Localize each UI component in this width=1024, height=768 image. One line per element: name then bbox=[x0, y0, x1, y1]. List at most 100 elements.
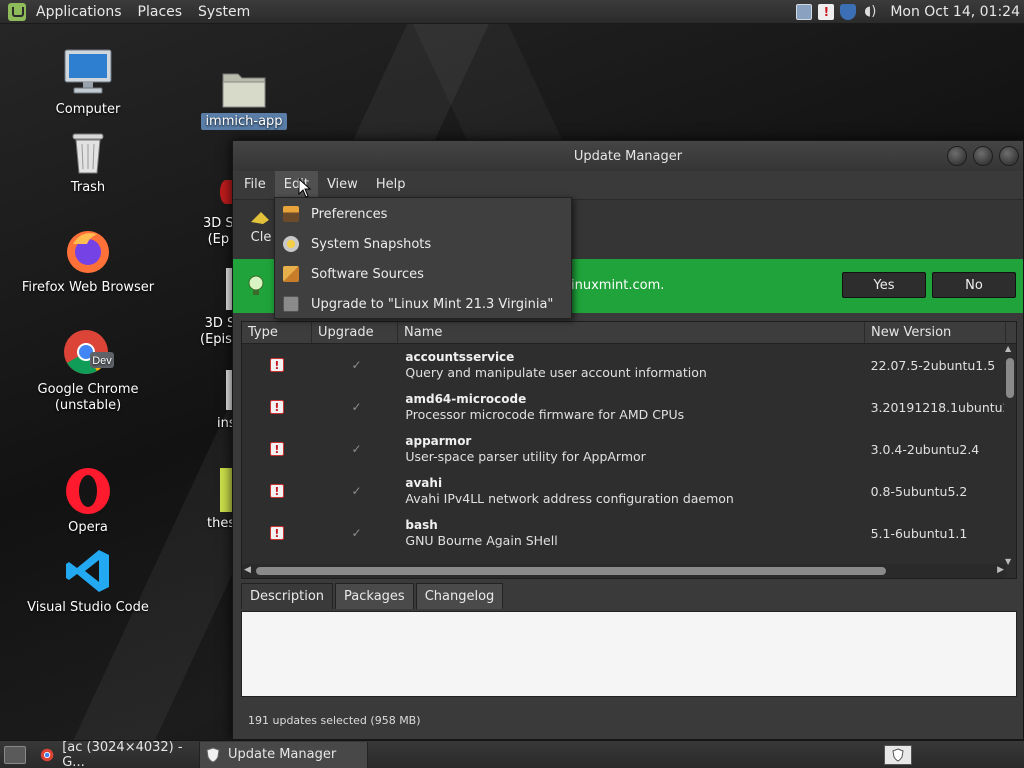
partial-label-3d-a: 3D S (Ep bbox=[203, 216, 234, 248]
upgrade-checkbox[interactable]: ✓ bbox=[352, 358, 362, 372]
security-update-icon: ! bbox=[269, 442, 284, 456]
description-pane bbox=[241, 611, 1017, 697]
updates-table: Type Upgrade Name New Version ! ✓ accoun… bbox=[241, 321, 1017, 579]
tab-description[interactable]: Description bbox=[241, 583, 334, 609]
horizontal-scroll-thumb[interactable] bbox=[256, 567, 886, 575]
taskbar-item-chrome[interactable]: [ac (3024×4032) - G... bbox=[34, 739, 200, 768]
column-header-upgrade[interactable]: Upgrade bbox=[312, 322, 398, 343]
tab-packages[interactable]: Packages bbox=[335, 583, 414, 609]
upgrade-checkbox[interactable]: ✓ bbox=[352, 526, 362, 540]
update-alert-icon[interactable]: ! bbox=[818, 3, 835, 20]
partial-label-line: 3D S bbox=[204, 316, 236, 331]
chrome-icon bbox=[40, 748, 54, 761]
menu-item-preferences[interactable]: Preferences bbox=[275, 199, 571, 229]
scroll-left-icon[interactable]: ◀ bbox=[244, 565, 251, 575]
upgrade-checkbox[interactable]: ✓ bbox=[352, 484, 362, 498]
vertical-scroll-thumb[interactable] bbox=[1006, 358, 1014, 398]
package-description: Avahi IPv4LL network address configurati… bbox=[405, 491, 734, 506]
horizontal-scrollbar[interactable]: ◀ ▶ bbox=[242, 564, 1006, 578]
menu-help[interactable]: Help bbox=[367, 171, 415, 199]
shield-icon bbox=[206, 746, 220, 763]
snapshot-icon bbox=[283, 236, 299, 252]
package-name: bash bbox=[405, 518, 438, 532]
taskbar-item-label: [ac (3024×4032) - G... bbox=[62, 739, 183, 768]
taskbar-item-update-manager[interactable]: Update Manager bbox=[200, 741, 368, 768]
vscode-icon bbox=[66, 550, 109, 592]
menu-item-software-sources[interactable]: Software Sources bbox=[275, 259, 571, 289]
column-header-type[interactable]: Type bbox=[242, 322, 312, 343]
window-controls bbox=[947, 146, 1019, 166]
dev-badge: Dev bbox=[92, 355, 112, 367]
table-row[interactable]: ! ✓ accountsservice Query and manipulate … bbox=[242, 344, 1016, 386]
package-name: avahi bbox=[405, 476, 443, 490]
upgrade-checkbox[interactable]: ✓ bbox=[352, 442, 362, 456]
menu-item-label: Preferences bbox=[311, 206, 388, 222]
table-row[interactable]: ! ✓ avahi Avahi IPv4LL network address co… bbox=[242, 470, 1016, 512]
infobar-no-button[interactable]: No bbox=[932, 272, 1016, 298]
clear-button[interactable]: Cle bbox=[249, 208, 273, 245]
show-desktop-icon[interactable] bbox=[4, 745, 26, 764]
clear-label: Cle bbox=[250, 230, 272, 245]
scroll-right-icon[interactable]: ▶ bbox=[997, 565, 1004, 575]
places-menu[interactable]: Places bbox=[130, 0, 191, 24]
desktop-icon-label: Firefox Web Browser bbox=[21, 280, 155, 295]
menu-file[interactable]: File bbox=[235, 171, 275, 199]
vertical-scrollbar[interactable]: ▲ ▼ bbox=[1004, 344, 1016, 566]
volume-icon[interactable]: ◖) bbox=[862, 4, 878, 20]
minimize-button[interactable] bbox=[947, 146, 967, 166]
security-update-icon: ! bbox=[269, 400, 284, 414]
desktop-icon-label: Trash bbox=[70, 180, 106, 195]
upgrade-checkbox[interactable]: ✓ bbox=[352, 400, 362, 414]
folder-icon bbox=[222, 73, 266, 108]
applications-menu[interactable]: Applications bbox=[28, 0, 130, 24]
scroll-up-icon[interactable]: ▲ bbox=[1005, 344, 1011, 353]
lightbulb-icon bbox=[248, 275, 264, 295]
partial-label-line: (Ep bbox=[207, 232, 230, 247]
trash-icon bbox=[72, 133, 104, 174]
firefox-icon bbox=[67, 231, 109, 273]
window-titlebar[interactable]: Update Manager bbox=[233, 141, 1023, 171]
package-description: GNU Bourne Again SHell bbox=[405, 533, 558, 548]
upgrade-icon bbox=[283, 296, 299, 312]
package-description: User-space parser utility for AppArmor bbox=[405, 449, 646, 464]
system-tray: ! ◖) Mon Oct 14, 01:24 bbox=[796, 3, 1024, 20]
mouse-cursor-icon bbox=[298, 178, 312, 198]
software-sources-icon bbox=[283, 266, 299, 282]
menu-view[interactable]: View bbox=[318, 171, 367, 199]
column-header-new-version[interactable]: New Version bbox=[865, 322, 1006, 343]
close-button[interactable] bbox=[999, 146, 1019, 166]
desktop-icon-trash[interactable]: Trash bbox=[18, 128, 158, 196]
desktop-icon-label: Opera bbox=[68, 520, 108, 535]
window-title: Update Manager bbox=[573, 148, 683, 164]
update-tray-icon[interactable] bbox=[884, 745, 912, 765]
desktop-icon-immich-app[interactable]: immich-app bbox=[174, 68, 314, 130]
desktop-icon-opera[interactable]: Opera bbox=[18, 466, 158, 536]
table-row[interactable]: ! ✓ amd64-microcode Processor microcode f… bbox=[242, 386, 1016, 428]
infobar-message: inuxmint.com. bbox=[571, 278, 665, 293]
menu-item-system-snapshots[interactable]: System Snapshots bbox=[275, 229, 571, 259]
table-row[interactable]: ! ✓ bash GNU Bourne Again SHell 5.1-6ubun… bbox=[242, 512, 1016, 554]
partial-icon-thes bbox=[220, 468, 232, 512]
package-description: Processor microcode firmware for AMD CPU… bbox=[405, 407, 685, 422]
clear-icon bbox=[251, 212, 269, 224]
desktop-icon-firefox[interactable]: Firefox Web Browser bbox=[18, 226, 158, 296]
column-header-name[interactable]: Name bbox=[398, 322, 865, 343]
chrome-dev-icon: Dev bbox=[64, 330, 114, 374]
system-menu[interactable]: System bbox=[190, 0, 258, 24]
desktop-icon-chrome[interactable]: Dev Google Chrome (unstable) bbox=[18, 326, 158, 414]
desktop-icon-vscode[interactable]: Visual Studio Code bbox=[18, 546, 158, 616]
bottom-panel: [ac (3024×4032) - G... Update Manager bbox=[0, 740, 1024, 768]
opera-icon bbox=[66, 468, 110, 514]
status-text: 191 updates selected (958 MB) bbox=[248, 714, 421, 727]
infobar-yes-button[interactable]: Yes bbox=[842, 272, 926, 298]
table-row[interactable]: ! ✓ apparmor User-space parser utility fo… bbox=[242, 428, 1016, 470]
network-icon[interactable] bbox=[796, 3, 813, 20]
tab-changelog[interactable]: Changelog bbox=[415, 583, 504, 609]
shield-icon[interactable] bbox=[840, 3, 857, 20]
menu-item-upgrade[interactable]: Upgrade to "Linux Mint 21.3 Virginia" bbox=[275, 289, 571, 319]
desktop-icon-computer[interactable]: Computer bbox=[18, 46, 158, 118]
maximize-button[interactable] bbox=[973, 146, 993, 166]
mint-menu-icon[interactable] bbox=[8, 2, 26, 21]
menu-item-label: Upgrade to "Linux Mint 21.3 Virginia" bbox=[311, 296, 554, 312]
clock[interactable]: Mon Oct 14, 01:24 bbox=[890, 4, 1020, 20]
